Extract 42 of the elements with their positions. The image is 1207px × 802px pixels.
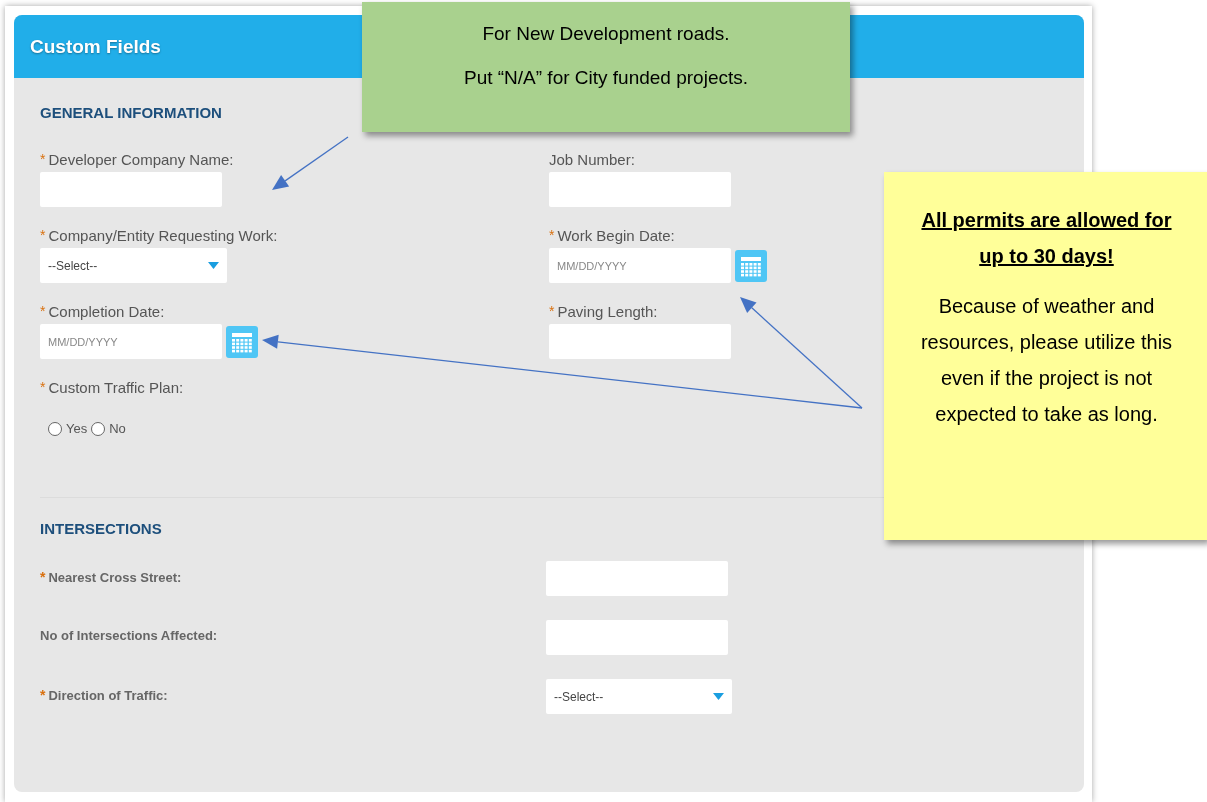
dropdown[interactable]: --Select-- (546, 679, 732, 714)
field-label: Custom Traffic Plan: (48, 378, 184, 396)
section-heading: GENERAL INFORMATION (40, 104, 223, 121)
dropdown-caret-icon (208, 262, 219, 269)
required-asterisk: * (40, 151, 46, 167)
field-label: Paving Length: (557, 302, 658, 320)
field-label: Company/Entity Requesting Work: (48, 226, 278, 244)
callout-text: For New Development roads. (481, 22, 731, 46)
text-field[interactable] (40, 172, 222, 207)
radio-button[interactable] (91, 421, 106, 436)
text-field[interactable] (549, 172, 731, 207)
field-label: Developer Company Name: (48, 150, 234, 168)
required-asterisk: * (40, 303, 46, 319)
required-asterisk: * (40, 227, 46, 243)
text-field[interactable] (546, 620, 728, 655)
required-asterisk: * (40, 687, 46, 703)
dropdown-caret-icon (713, 693, 724, 700)
calendar-icon[interactable] (735, 249, 767, 282)
date-field[interactable]: MM/DD/YYYY (549, 248, 731, 283)
dropdown[interactable]: --Select-- (40, 248, 227, 283)
text-field[interactable] (549, 324, 731, 359)
radio-button[interactable] (48, 421, 62, 436)
date-field[interactable]: MM/DD/YYYY (40, 324, 222, 359)
panel-title: Custom Fields (30, 35, 161, 58)
field-label: Work Begin Date: (557, 226, 675, 244)
field-label: Direction of Traffic: (48, 687, 168, 703)
required-asterisk: * (40, 379, 46, 395)
callout-text: Put “N/A” for City funded projects. (462, 66, 750, 90)
callout-text: Because of weather and resources, please utilize this even if the project is not expected to take as long. (919, 294, 1174, 427)
field-label: Job Number: (549, 150, 635, 168)
callout-heading: All permits are allowed for up to 30 days! (920, 208, 1173, 269)
field-label: No of Intersections Affected: (40, 628, 218, 643)
radio-option[interactable]: No (91, 421, 126, 436)
required-asterisk: * (549, 303, 555, 319)
section-heading: INTERSECTIONS (40, 520, 163, 537)
radio-option[interactable]: Yes (48, 421, 88, 436)
required-asterisk: * (40, 569, 46, 585)
text-field[interactable] (546, 561, 728, 596)
field-label: Completion Date: (48, 302, 165, 320)
calendar-icon[interactable] (226, 325, 258, 358)
required-asterisk: * (549, 227, 555, 243)
field-label: Nearest Cross Street: (48, 569, 182, 585)
